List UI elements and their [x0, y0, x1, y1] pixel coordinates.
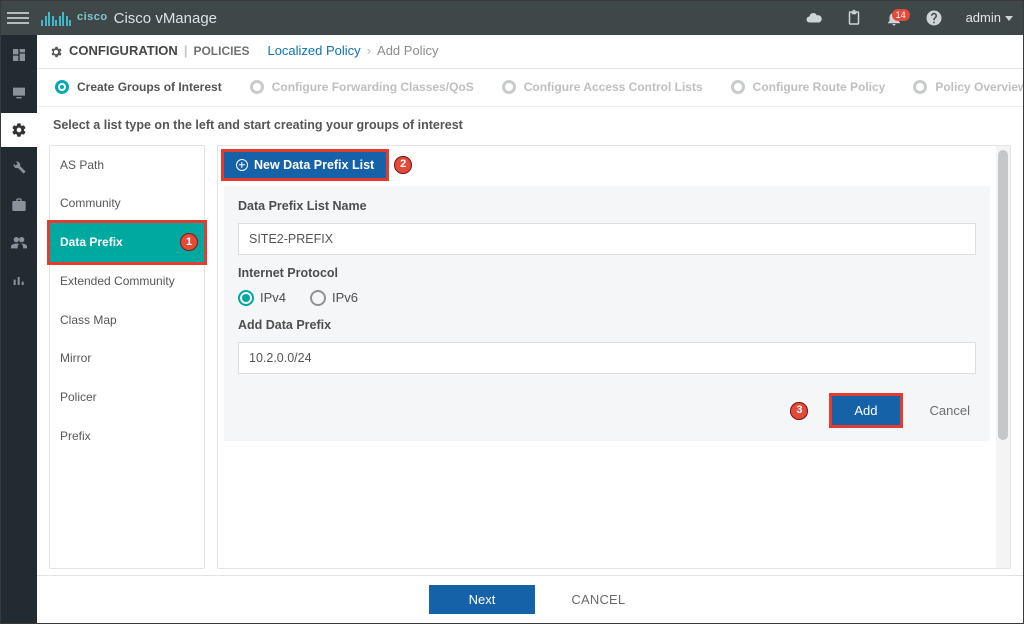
wizard-steps: Create Groups of Interest Configure Forw… — [37, 69, 1023, 107]
crumb-current: Add Policy — [377, 42, 438, 60]
step-route[interactable]: Configure Route Policy — [731, 79, 886, 96]
crumb-link[interactable]: Localized Policy — [267, 42, 360, 60]
nav-analytics-icon[interactable] — [9, 271, 29, 291]
tasks-icon[interactable] — [840, 9, 868, 28]
callout-2: 2 — [394, 156, 412, 174]
cancel-button[interactable]: Cancel — [924, 402, 976, 419]
next-button[interactable]: Next — [429, 585, 536, 614]
panel-scrollbar[interactable] — [996, 146, 1010, 569]
nav-maintenance-icon[interactable] — [9, 195, 29, 215]
breadcrumb: CONFIGURATION | POLICIES Localized Polic… — [37, 35, 1023, 69]
menu-toggle-icon[interactable] — [7, 12, 29, 24]
step-qos[interactable]: Configure Forwarding Classes/QoS — [250, 79, 474, 96]
prefix-label: Add Data Prefix — [238, 317, 976, 335]
notifications-icon[interactable]: 14 — [880, 9, 908, 28]
footer-cancel-button[interactable]: CANCEL — [565, 591, 631, 608]
product-name: Cisco vManage — [114, 8, 217, 29]
user-menu[interactable]: admin — [966, 9, 1013, 27]
instruction-text: Select a list type on the left and start… — [37, 107, 1023, 145]
list-item-extcommunity[interactable]: Extended Community — [50, 262, 204, 301]
list-item-policer[interactable]: Policer — [50, 378, 204, 417]
nav-tools-icon[interactable] — [9, 157, 29, 177]
help-icon[interactable] — [920, 9, 948, 28]
step-overview[interactable]: Policy Overview — [913, 79, 1023, 96]
list-item-classmap[interactable]: Class Map — [50, 301, 204, 340]
list-item-dataprefix[interactable]: Data Prefix 1 — [50, 223, 204, 262]
name-label: Data Prefix List Name — [238, 198, 976, 216]
crumb-subsection: POLICIES — [193, 43, 249, 60]
list-type-sidebar: AS Path Community Data Prefix 1 Extended… — [49, 145, 205, 570]
brand-logo: cisco Cisco vManage — [41, 8, 217, 29]
nav-configuration-icon[interactable] — [1, 113, 37, 147]
detail-panel: New Data Prefix List 2 Data Prefix List … — [217, 145, 1011, 570]
chevron-down-icon — [1005, 16, 1013, 21]
nav-dashboard-icon[interactable] — [9, 45, 29, 65]
plus-icon — [236, 159, 248, 171]
list-item-aspath[interactable]: AS Path — [50, 146, 204, 185]
top-bar: cisco Cisco vManage 14 admin — [1, 1, 1023, 35]
list-item-prefix[interactable]: Prefix — [50, 417, 204, 456]
radio-ipv6[interactable]: IPv6 — [310, 289, 358, 307]
step-acl[interactable]: Configure Access Control Lists — [502, 79, 703, 96]
add-button[interactable]: Add — [832, 396, 899, 425]
name-input[interactable] — [238, 223, 976, 255]
nav-rail — [1, 35, 37, 623]
nav-administration-icon[interactable] — [9, 233, 29, 253]
gear-icon — [49, 45, 63, 59]
protocol-label: Internet Protocol — [238, 265, 976, 283]
prefix-input[interactable] — [238, 342, 976, 374]
step-groups[interactable]: Create Groups of Interest — [55, 79, 222, 96]
wizard-footer: Next CANCEL — [37, 575, 1023, 623]
list-item-mirror[interactable]: Mirror — [50, 339, 204, 378]
radio-ipv4[interactable]: IPv4 — [238, 289, 286, 307]
callout-3: 3 — [790, 402, 808, 420]
cloud-icon[interactable] — [800, 9, 828, 28]
list-item-community[interactable]: Community — [50, 184, 204, 223]
new-data-prefix-button[interactable]: New Data Prefix List — [224, 152, 386, 178]
crumb-section: CONFIGURATION — [69, 42, 178, 60]
nav-monitor-icon[interactable] — [9, 83, 29, 103]
notifications-badge: 14 — [892, 9, 910, 21]
create-form: Data Prefix List Name Internet Protocol … — [224, 186, 990, 442]
user-name: admin — [966, 9, 1001, 27]
callout-1: 1 — [180, 233, 198, 251]
cisco-logo-icon — [41, 10, 71, 26]
